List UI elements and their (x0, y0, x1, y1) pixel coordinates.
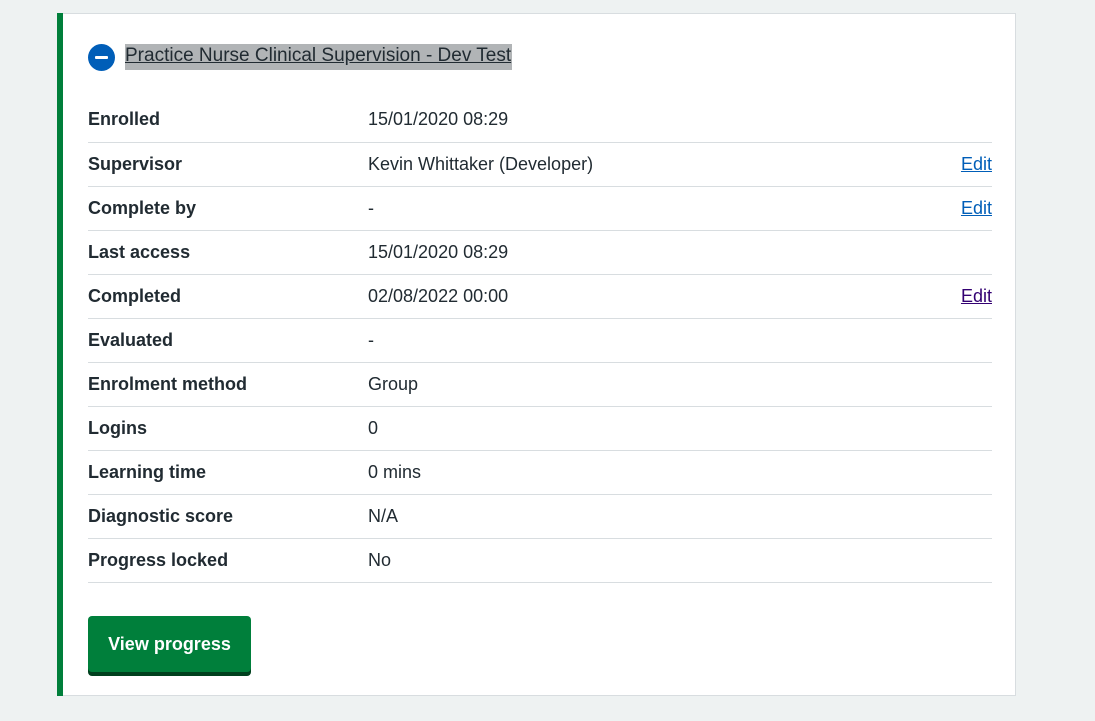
detail-row-learning-time: Learning time 0 mins (88, 451, 992, 495)
detail-value: - (368, 330, 374, 350)
detail-row-evaluated: Evaluated - (88, 319, 992, 363)
detail-value: Kevin Whittaker (Developer) (368, 154, 594, 174)
detail-label: Supervisor (88, 154, 183, 174)
detail-label: Evaluated (88, 330, 174, 350)
detail-label: Enrolled (88, 109, 161, 129)
detail-value: 02/08/2022 00:00 (368, 286, 509, 306)
card-header: Practice Nurse Clinical Supervision - De… (88, 42, 513, 72)
course-details-list: Enrolled 15/01/2020 08:29 Supervisor Kev… (88, 97, 992, 583)
detail-label: Last access (88, 242, 191, 262)
view-progress-button[interactable]: View progress (88, 616, 251, 672)
detail-value: 15/01/2020 08:29 (368, 242, 509, 262)
detail-row-enrolled: Enrolled 15/01/2020 08:29 (88, 97, 992, 143)
detail-row-last-access: Last access 15/01/2020 08:29 (88, 231, 992, 275)
detail-value: 0 mins (368, 462, 422, 482)
detail-value: 0 (368, 418, 379, 438)
course-title-link[interactable]: Practice Nurse Clinical Supervision - De… (125, 44, 513, 70)
detail-value: No (368, 550, 392, 570)
detail-value: - (368, 198, 374, 218)
detail-row-complete-by: Complete by - Edit (88, 187, 992, 231)
edit-complete-by-link[interactable]: Edit (961, 198, 992, 218)
detail-row-progress-locked: Progress locked No (88, 539, 992, 583)
detail-label: Complete by (88, 198, 197, 218)
course-card: Practice Nurse Clinical Supervision - De… (57, 13, 1016, 696)
detail-row-enrolment-method: Enrolment method Group (88, 363, 992, 407)
edit-completed-link[interactable]: Edit (961, 286, 992, 306)
detail-label: Logins (88, 418, 147, 438)
detail-label: Progress locked (88, 550, 229, 570)
detail-label: Diagnostic score (88, 506, 234, 526)
card-accent-bar (57, 13, 63, 696)
edit-supervisor-link[interactable]: Edit (961, 154, 992, 174)
detail-row-supervisor: Supervisor Kevin Whittaker (Developer) E… (88, 143, 992, 187)
detail-label: Enrolment method (88, 374, 248, 394)
minus-circle-icon[interactable] (88, 43, 115, 71)
detail-label: Completed (88, 286, 182, 306)
detail-value: 15/01/2020 08:29 (368, 109, 509, 129)
detail-value: Group (368, 374, 419, 394)
detail-row-diagnostic-score: Diagnostic score N/A (88, 495, 992, 539)
detail-label: Learning time (88, 462, 207, 482)
detail-value: N/A (368, 506, 399, 526)
detail-row-logins: Logins 0 (88, 407, 992, 451)
detail-row-completed: Completed 02/08/2022 00:00 Edit (88, 275, 992, 319)
